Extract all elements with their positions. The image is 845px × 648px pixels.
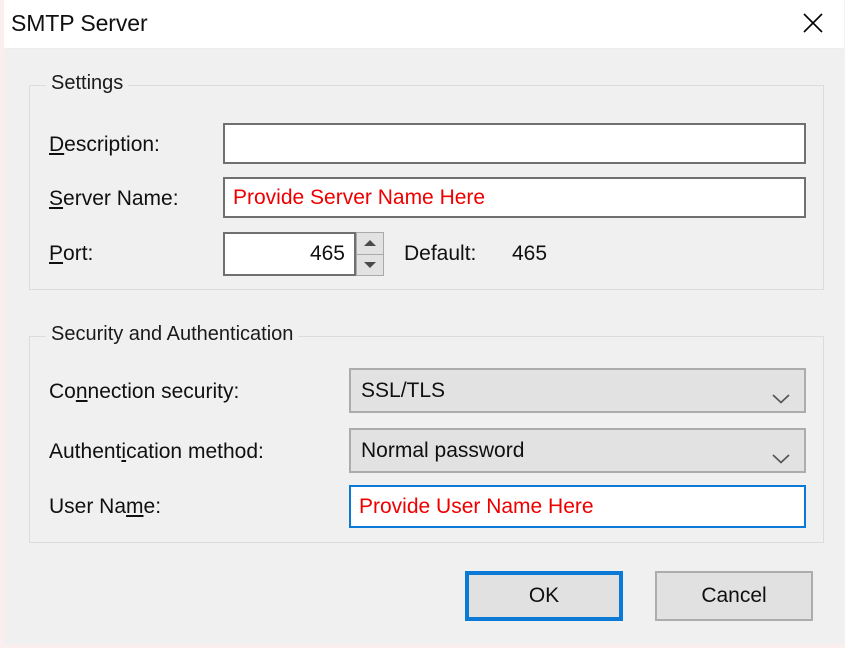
port-input[interactable]: 465 [223,232,356,276]
connection-security-label-accelerator: n [75,380,88,403]
connection-security-label-b: nection security: [87,380,240,403]
authentication-method-dropdown[interactable]: Normal password [349,428,806,473]
port-spinner-up-button[interactable] [356,232,384,255]
description-label-accelerator: D [49,133,65,156]
security-group-legend: Security and Authentication [46,323,299,346]
triangle-up-icon [364,240,376,247]
port-label-accelerator: P [49,242,64,265]
connection-security-label: Connection security: [49,380,239,404]
connection-security-label-a: Co [49,380,76,403]
server-name-input[interactable]: Provide Server Name Here [223,177,806,218]
port-spinner-down-button[interactable] [356,254,384,276]
triangle-down-icon [364,261,376,268]
close-icon[interactable] [786,0,840,46]
server-name-label-accelerator: S [49,187,64,210]
smtp-server-dialog: SMTP Server Settings Description: Server… [0,0,845,648]
authentication-method-value: Normal password [361,438,525,462]
ok-button[interactable]: OK [465,571,623,621]
chevron-down-icon [772,446,790,464]
port-label-text: ort: [63,242,94,265]
title-bar: SMTP Server [4,0,844,49]
window-title: SMTP Server [11,10,148,36]
server-name-label: Server Name: [49,187,179,211]
chevron-down-icon [772,386,790,404]
user-name-label-a: User Na [49,495,127,518]
port-label: Port: [49,242,93,266]
user-name-label-b: e: [143,495,162,518]
authentication-method-label-b: cation method: [126,440,264,463]
port-default-label: Default: [404,242,477,265]
port-default-value: 465 [512,242,548,265]
port-spinner[interactable] [356,232,384,276]
user-name-input[interactable]: Provide User Name Here [349,485,806,528]
description-label-text: escription: [64,133,160,156]
authentication-method-label: Authentication method: [49,440,264,464]
connection-security-dropdown[interactable]: SSL/TLS [349,368,806,413]
server-name-label-text: erver Name: [63,187,179,210]
authentication-method-label-a: Authent [49,440,122,463]
cancel-button[interactable]: Cancel [655,571,813,621]
description-label: Description: [49,133,160,157]
user-name-label-accelerator: m [126,495,144,518]
description-input[interactable] [223,123,806,164]
user-name-label: User Name: [49,495,161,519]
connection-security-value: SSL/TLS [361,378,446,402]
settings-group-legend: Settings [46,72,129,95]
